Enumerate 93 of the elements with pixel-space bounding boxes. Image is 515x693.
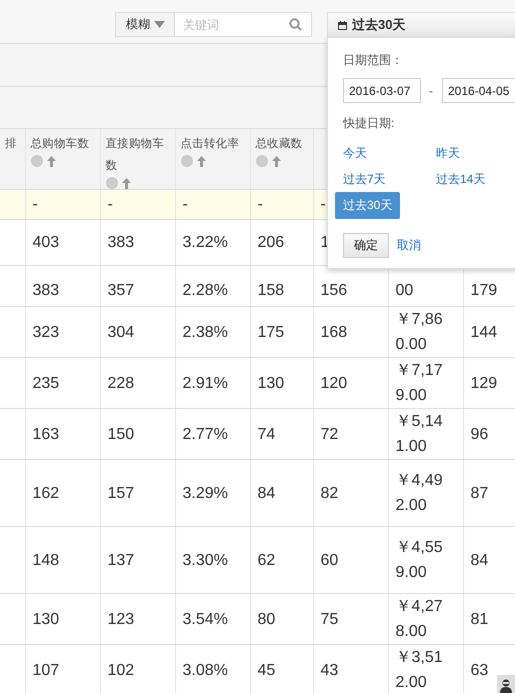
table-cell: 158 [258, 282, 284, 298]
table-cell: 107 [32, 662, 60, 678]
table-cell: - [108, 196, 113, 212]
table-cell: 60 [320, 552, 338, 568]
help-icon[interactable] [256, 155, 268, 167]
help-icon[interactable] [30, 155, 42, 167]
table-cell: 84 [470, 552, 488, 568]
table-cell: 120 [320, 374, 348, 392]
table-cell: 383 [32, 282, 60, 298]
table-cell: ￥7,860.00 [396, 311, 443, 353]
cancel-link[interactable]: 取消 [397, 237, 421, 254]
table-cell: 206 [258, 234, 284, 251]
table-cell: 82 [320, 484, 338, 502]
table-cell: 45 [258, 662, 276, 678]
table-cell: 235 [32, 374, 60, 392]
table-cell: ￥4,559.00 [396, 539, 443, 581]
search-icon [289, 18, 302, 31]
table-cell: 150 [108, 426, 134, 442]
column-header[interactable]: 排 [5, 133, 17, 155]
table-cell: 137 [108, 552, 134, 568]
table-cell: ￥4,278.00 [396, 598, 443, 640]
confirm-button[interactable]: 确定 [343, 233, 389, 258]
table-cell: 3.22% [182, 234, 228, 251]
caret-icon [154, 21, 165, 28]
table-cell: ￥5,141.00 [396, 413, 443, 455]
table-cell: 383 [108, 234, 134, 251]
table-cell: 130 [32, 610, 60, 628]
quick-date-link[interactable]: 过去7天 [335, 168, 394, 190]
table-cell: 157 [108, 484, 134, 502]
table-cell: 179 [470, 282, 498, 298]
table-cell: 96 [470, 426, 488, 442]
table-cell: - [258, 196, 263, 212]
table-cell: 228 [108, 374, 134, 392]
table-cell: 304 [108, 324, 134, 340]
start-date-field[interactable]: 2016-03-07 [343, 78, 421, 103]
person-icon[interactable] [497, 675, 515, 693]
table-cell: 357 [108, 282, 134, 298]
table-cell: 3.08% [182, 662, 228, 678]
table-cell: 00 [396, 282, 414, 298]
table-cell: 129 [470, 374, 498, 392]
table-cell: 130 [258, 374, 284, 392]
table-cell: 75 [320, 610, 338, 628]
table-cell: 72 [320, 426, 338, 442]
help-icon[interactable] [180, 155, 192, 167]
sort-arrow-icon[interactable] [46, 156, 56, 166]
table-cell: 3.30% [182, 552, 228, 568]
table-cell: 87 [470, 484, 488, 502]
table-cell: 74 [258, 426, 276, 442]
table-cell: - [320, 196, 326, 212]
table-cell: 175 [258, 324, 284, 340]
table-cell: - [182, 196, 188, 212]
quick-date-link[interactable]: 过去30天 [335, 192, 400, 218]
table-cell: ￥4,492.00 [396, 472, 443, 514]
table-cell: 162 [32, 484, 60, 502]
table-cell: 62 [258, 552, 276, 568]
table-cell: 3.29% [182, 484, 228, 502]
sort-arrow-icon[interactable] [196, 156, 206, 166]
table-cell: - [32, 196, 38, 212]
table-cell: 80 [258, 610, 276, 628]
quick-date-link[interactable]: 今天 [335, 142, 375, 164]
table-cell: 403 [32, 234, 60, 251]
table-cell: 163 [32, 426, 60, 442]
quick-date-link[interactable]: 昨天 [428, 142, 468, 164]
end-date-field[interactable]: 2016-04-05 [442, 78, 515, 103]
quick-date-link[interactable]: 过去14天 [428, 168, 494, 190]
table-cell: 156 [320, 282, 348, 298]
table-cell: 43 [320, 662, 338, 678]
table-cell: 3.54% [182, 610, 228, 628]
table-cell: 2.91% [182, 374, 228, 392]
help-icon[interactable] [106, 177, 118, 188]
table-cell: 123 [108, 610, 134, 628]
match-mode-dropdown[interactable]: 模糊 [115, 12, 175, 37]
quick-date-label: 快捷日期: [343, 115, 396, 132]
sort-arrow-icon[interactable] [122, 178, 130, 188]
keyword-field[interactable]: 关键词 [175, 12, 312, 37]
date-range-label: 日期范围： [343, 52, 404, 69]
table-cell: 323 [32, 324, 60, 340]
date-range-button[interactable]: 过去30天 [327, 12, 515, 38]
table-cell: 148 [32, 552, 60, 568]
table-cell: ￥7,179.00 [396, 362, 443, 404]
table-cell: 2.38% [182, 324, 228, 340]
table-cell: ￥3,512.00 [396, 649, 443, 691]
table-cell: 168 [320, 324, 348, 340]
table-cell: 102 [108, 662, 134, 678]
table-cell: 144 [470, 324, 498, 340]
sort-arrow-icon[interactable] [272, 156, 280, 166]
table-cell: 2.77% [182, 426, 228, 442]
table-cell: 63 [470, 662, 488, 678]
table-cell: 84 [258, 484, 276, 502]
table-cell: 81 [470, 610, 488, 628]
range-separator: - [429, 84, 434, 98]
calendar-icon [338, 20, 347, 30]
table-cell: 2.28% [182, 282, 228, 298]
